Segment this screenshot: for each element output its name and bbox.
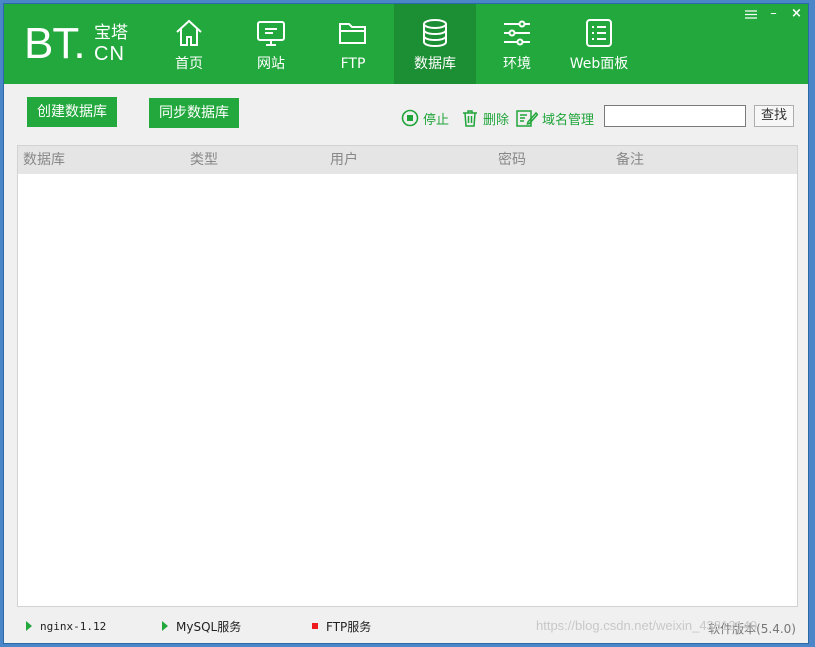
minimize-button[interactable]: –	[762, 4, 785, 24]
stop-label: 停止	[423, 112, 450, 128]
domain-manage-button[interactable]: 域名管理	[516, 107, 594, 129]
nav-item-web-panel[interactable]: Web面板	[558, 4, 640, 84]
logo-text: BT.	[24, 19, 86, 68]
delete-button[interactable]: 删除	[461, 107, 509, 129]
column-header-type[interactable]: 类型	[190, 146, 218, 174]
create-database-button[interactable]: 创建数据库	[27, 97, 117, 127]
nav-label-database: 数据库	[414, 56, 456, 72]
running-indicator-icon	[162, 621, 168, 631]
status-nginx-label: nginx-1.12	[40, 619, 107, 633]
column-header-password[interactable]: 密码	[498, 146, 526, 174]
database-icon	[423, 19, 447, 48]
status-mysql-label: MySQL服务	[176, 619, 242, 634]
domain-manage-label: 域名管理	[542, 112, 595, 128]
status-ftp[interactable]: FTP服务	[312, 618, 371, 634]
database-table: 数据库 类型 用户 密码 备注	[17, 145, 798, 607]
status-nginx[interactable]: nginx-1.12	[26, 618, 106, 634]
column-header-database[interactable]: 数据库	[23, 146, 65, 174]
column-header-user[interactable]: 用户	[330, 146, 358, 174]
close-button[interactable]: ×	[785, 4, 808, 24]
nav-item-home[interactable]: 首页	[148, 4, 230, 84]
running-indicator-icon	[26, 621, 32, 631]
stop-button[interactable]: 停止	[401, 107, 449, 129]
nav-label-environment: 环境	[503, 56, 531, 72]
status-ftp-label: FTP服务	[326, 619, 372, 634]
trash-icon	[463, 110, 477, 127]
search-button[interactable]: 查找	[754, 105, 794, 127]
edit-doc-icon	[516, 110, 538, 127]
logo-cn-bottom: CN	[94, 43, 125, 65]
app-window: BT. 宝塔 CN 首页 网站 FTP 数据库 环境 Web面板 – × 创建数…	[3, 3, 809, 644]
window-controls: – ×	[739, 4, 808, 24]
stopped-indicator-icon	[312, 623, 318, 629]
bt-logo: BT. 宝塔 CN	[24, 22, 134, 66]
nav-item-environment[interactable]: 环境	[476, 4, 558, 84]
status-mysql[interactable]: MySQL服务	[162, 618, 241, 634]
table-header: 数据库 类型 用户 密码 备注	[18, 146, 797, 174]
nav-item-database[interactable]: 数据库	[394, 4, 476, 84]
column-header-remark[interactable]: 备注	[616, 146, 644, 174]
list-panel-icon	[586, 19, 612, 47]
folder-icon	[339, 23, 366, 44]
nav-label-home: 首页	[175, 56, 203, 72]
main-nav: 首页 网站 FTP 数据库 环境 Web面板	[148, 4, 640, 84]
stop-icon	[401, 109, 419, 127]
watermark: https://blog.csdn.net/weixin_43812140	[536, 618, 758, 633]
monitor-icon	[257, 21, 285, 46]
home-icon	[176, 19, 202, 46]
sliders-icon	[504, 20, 530, 46]
sync-database-button[interactable]: 同步数据库	[149, 98, 239, 128]
nav-label-website: 网站	[257, 56, 285, 72]
delete-label: 删除	[483, 112, 510, 128]
nav-label-ftp: FTP	[340, 56, 366, 72]
nav-label-web-panel: Web面板	[569, 56, 629, 72]
header-bar: BT. 宝塔 CN 首页 网站 FTP 数据库 环境 Web面板 – ×	[4, 4, 808, 84]
nav-item-website[interactable]: 网站	[230, 4, 312, 84]
search-input[interactable]	[604, 105, 746, 127]
menu-icon[interactable]	[739, 4, 762, 24]
logo-cn-top: 宝塔	[94, 23, 128, 43]
nav-item-ftp[interactable]: FTP	[312, 4, 394, 84]
